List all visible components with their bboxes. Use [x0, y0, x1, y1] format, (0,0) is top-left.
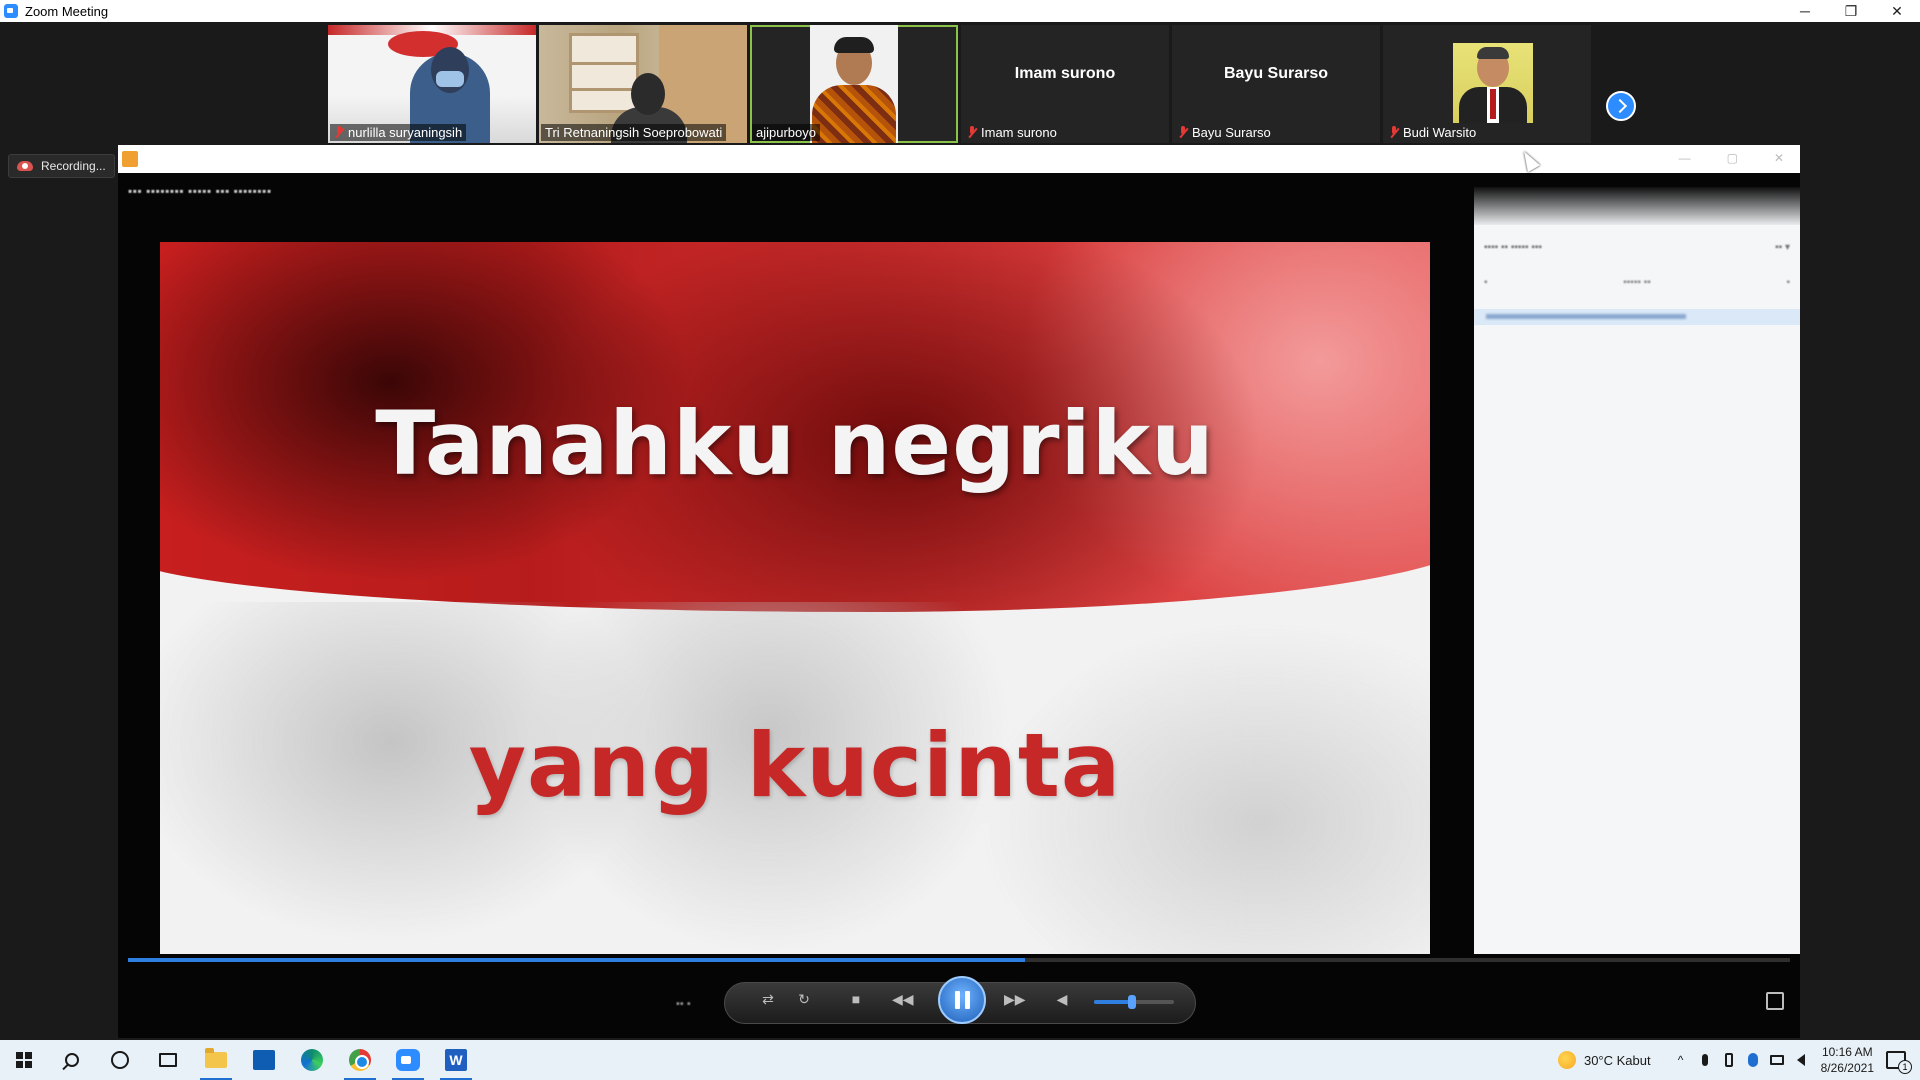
muted-mic-icon: [967, 126, 977, 139]
show-hidden-icons-chevron-icon[interactable]: ^: [1673, 1052, 1689, 1068]
restore-button[interactable]: ❐: [1828, 0, 1874, 22]
lyric-line-2: yang kucinta: [468, 714, 1122, 817]
playlist-columns-blurred: ▪ ▪▪▪▪▪ ▪▪ ▪: [1484, 277, 1790, 288]
notification-center-icon[interactable]: 1: [1886, 1051, 1912, 1074]
file-explorer-icon: [205, 1048, 227, 1068]
participant-name-tag: nurlilla suryaningsih: [330, 124, 467, 141]
shared-player-titlebar: — ▢ ✕: [118, 145, 1800, 173]
shared-screen: — ▢ ✕ ▪▪▪ ▪▪▪▪▪▪▪▪ ▪▪▪▪▪ ▪▪▪ ▪▪▪▪▪▪▪▪ Tana…: [118, 145, 1800, 1038]
pause-button[interactable]: [938, 976, 986, 1024]
taskbar-chrome[interactable]: [336, 1040, 384, 1080]
close-button[interactable]: ✕: [1874, 0, 1920, 22]
muted-mic-icon: [1389, 126, 1399, 139]
playlist-toolbar: [1474, 187, 1800, 225]
clock-date: 8/26/2021: [1820, 1061, 1874, 1075]
participant-name-tag: Budi Warsito: [1385, 124, 1480, 141]
recording-label: Recording...: [41, 159, 106, 173]
shared-window-controls: — ▢ ✕: [1678, 151, 1784, 165]
taskbar-clock[interactable]: 10:16 AM 8/26/2021: [1821, 1044, 1874, 1076]
seek-bar-progress: [128, 958, 1026, 962]
weather-icon[interactable]: [1557, 1051, 1576, 1069]
minimize-button[interactable]: ─: [1782, 0, 1828, 22]
usb-icon[interactable]: [1721, 1052, 1737, 1068]
taskbar-store[interactable]: [240, 1040, 288, 1080]
window-titlebar: Zoom Meeting ─ ❐ ✕: [0, 0, 1920, 22]
seek-bar[interactable]: [128, 958, 1790, 962]
participant-tile[interactable]: Imam surono Imam surono: [961, 25, 1169, 143]
taskbar-word[interactable]: W: [432, 1040, 480, 1080]
muted-mic-icon: [1178, 126, 1188, 139]
microphone-icon[interactable]: [1697, 1052, 1713, 1068]
participant-strip: nurlilla suryaningsih Tri Retnaningsih S…: [0, 22, 1920, 145]
participant-name: nurlilla suryaningsih: [348, 125, 463, 140]
cloud-recording-icon: [17, 161, 33, 171]
volume-knob[interactable]: [1128, 995, 1136, 1009]
clock-time: 10:16 AM: [1821, 1045, 1873, 1059]
playlist-item-selected[interactable]: [1474, 309, 1800, 325]
lyric-line-1: Tanahku negriku: [375, 392, 1215, 495]
window-controls: ─ ❐ ✕: [1782, 0, 1920, 22]
search-button[interactable]: [48, 1040, 96, 1080]
flag-video-frame: Tanahku negriku yang kucinta: [160, 242, 1430, 954]
participant-tile[interactable]: Bayu Surarso Bayu Surarso: [1172, 25, 1380, 143]
zoom-app-icon: [4, 4, 18, 18]
participant-video: [810, 25, 898, 143]
taskbar-zoom[interactable]: [384, 1040, 432, 1080]
media-player-icon: [122, 151, 138, 167]
start-button[interactable]: [0, 1040, 48, 1080]
participant-name-tag: Bayu Surarso: [1174, 124, 1275, 141]
chrome-icon: [349, 1049, 371, 1071]
participant-name: Tri Retnaningsih Soeprobowati: [545, 125, 723, 140]
repeat-icon[interactable]: ↻: [794, 990, 814, 1008]
cortana-icon: [111, 1051, 129, 1069]
shuffle-icon[interactable]: ⇄: [758, 990, 778, 1008]
participant-tile[interactable]: Tri Retnaningsih Soeprobowati: [539, 25, 747, 143]
search-icon: [65, 1053, 79, 1067]
task-view-icon: [159, 1053, 177, 1067]
taskbar-edge[interactable]: [288, 1040, 336, 1080]
participant-name: ajipurboyo: [756, 125, 816, 140]
participant-tile[interactable]: Budi Warsito: [1383, 25, 1591, 143]
notification-count: 1: [1898, 1060, 1912, 1074]
cortana-button[interactable]: [96, 1040, 144, 1080]
volume-icon[interactable]: [1793, 1052, 1809, 1068]
muted-mic-icon: [334, 126, 344, 139]
playlist-panel: ▪▪▪▪ ▪▪ ▪▪▪▪▪ ▪▪▪ ▪▪ ▾ ▪ ▪▪▪▪▪ ▪▪ ▪: [1474, 187, 1800, 954]
taskbar-file-explorer[interactable]: [192, 1040, 240, 1080]
playback-time-blurred: ▪▪ ▪: [676, 998, 691, 1010]
task-view-button[interactable]: [144, 1040, 192, 1080]
network-icon[interactable]: [1769, 1052, 1785, 1068]
zoom-icon: [396, 1049, 420, 1071]
participant-name-tag: Tri Retnaningsih Soeprobowati: [541, 124, 727, 141]
store-icon: [253, 1050, 275, 1070]
participant-display-name: Bayu Surarso: [1223, 65, 1329, 82]
participant-display-name: Imam surono: [1014, 65, 1116, 82]
participant-name-tag: ajipurboyo: [752, 124, 820, 141]
mute-icon[interactable]: ◀: [1052, 990, 1072, 1008]
window-title: Zoom Meeting: [25, 3, 109, 19]
next-participants-button[interactable]: [1606, 91, 1636, 121]
participant-name: Imam surono: [981, 125, 1057, 140]
player-controls: ▪▪ ▪ ⇄ ↻ ■ ◀◀ ▶▶ ◀: [118, 976, 1800, 1032]
participant-tile[interactable]: nurlilla suryaningsih: [328, 25, 536, 143]
participant-name: Budi Warsito: [1403, 125, 1477, 140]
playlist-header-blurred: ▪▪▪▪ ▪▪ ▪▪▪▪▪ ▪▪▪ ▪▪ ▾: [1484, 242, 1790, 253]
participant-name-tag: Imam surono: [963, 124, 1061, 141]
previous-icon[interactable]: ◀◀: [892, 990, 914, 1008]
windows-start-icon: [16, 1052, 32, 1068]
fullscreen-icon[interactable]: [1766, 992, 1784, 1010]
video-title-blurred: ▪▪▪ ▪▪▪▪▪▪▪▪ ▪▪▪▪▪ ▪▪▪ ▪▪▪▪▪▪▪▪: [128, 184, 272, 198]
profile-photo: [1453, 43, 1533, 123]
weather-text[interactable]: 30°C Kabut: [1584, 1053, 1651, 1068]
word-icon: W: [445, 1049, 467, 1071]
bluetooth-icon[interactable]: [1745, 1052, 1761, 1068]
participant-name: Bayu Surarso: [1192, 125, 1271, 140]
participant-tile-active-speaker[interactable]: ajipurboyo: [750, 25, 958, 143]
stop-icon[interactable]: ■: [846, 990, 866, 1008]
recording-indicator[interactable]: Recording...: [8, 154, 115, 178]
windows-taskbar: W 30°C Kabut ^ 10:16 AM 8/26/2021 1: [0, 1040, 1920, 1080]
next-icon[interactable]: ▶▶: [1004, 990, 1026, 1008]
edge-icon: [301, 1049, 323, 1071]
system-tray: 30°C Kabut ^ 10:16 AM 8/26/2021 1: [1557, 1040, 1920, 1080]
